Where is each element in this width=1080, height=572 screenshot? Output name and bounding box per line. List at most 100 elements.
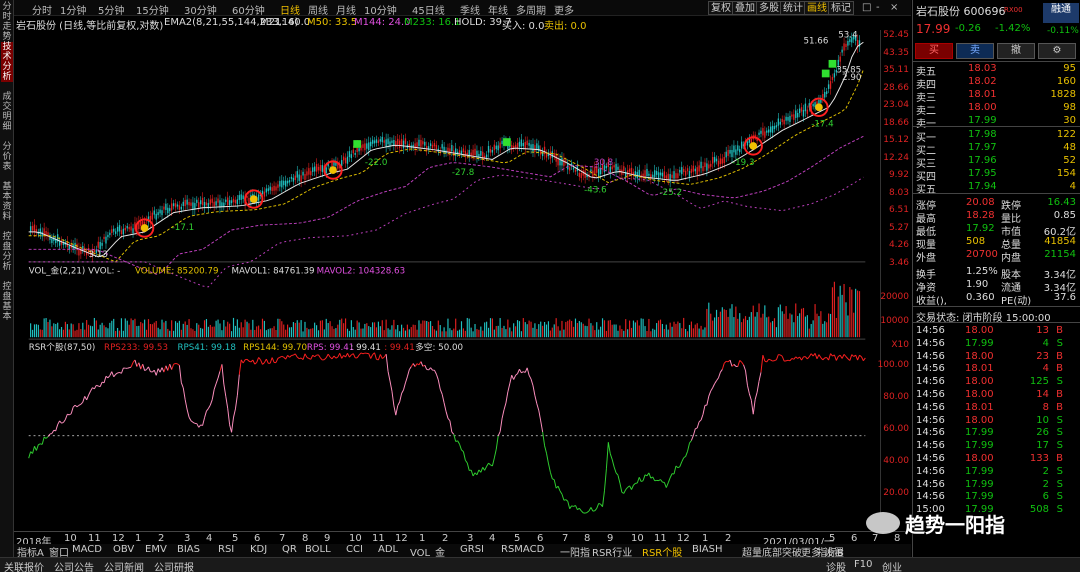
timeframe-tab-10[interactable]: 45日线 xyxy=(412,2,445,17)
rsr-line xyxy=(142,364,146,371)
rsr-line xyxy=(700,414,704,421)
rsr-line xyxy=(169,363,173,370)
indicator-tab-6[interactable]: RSI xyxy=(218,544,234,555)
status-link-0[interactable]: 关联报价 xyxy=(4,559,44,572)
timeframe-tab-9[interactable]: 10分钟 xyxy=(364,2,397,17)
timeframe-tab-8[interactable]: 月线 xyxy=(336,2,356,17)
status-right-2[interactable]: 创业 xyxy=(882,559,902,572)
rsr-line xyxy=(227,408,231,425)
volume-bar xyxy=(74,330,76,338)
indicator-tab-2[interactable]: MACD xyxy=(72,544,102,555)
volume-bar xyxy=(55,323,57,338)
rsr-line xyxy=(240,359,244,364)
rsr-line xyxy=(617,475,621,484)
ask-row[interactable]: 卖二 18.00 98 xyxy=(913,102,1080,117)
toolbar-button-2[interactable]: 多股 xyxy=(756,1,782,15)
volume-bar xyxy=(370,327,372,338)
status-link-2[interactable]: 公司新闻 xyxy=(104,559,144,572)
rongtong-button[interactable]: 融通 xyxy=(1043,3,1079,23)
timeframe-tab-3[interactable]: 15分钟 xyxy=(136,2,169,17)
rsr-line xyxy=(439,389,443,395)
window-control-2[interactable]: × xyxy=(890,2,898,13)
drawdown-label: -17.1 xyxy=(172,223,194,233)
time-tick: 11 xyxy=(654,533,667,544)
rsr-line xyxy=(851,354,855,357)
rsr-line xyxy=(47,433,51,437)
status-link-3[interactable]: 公司研报 xyxy=(154,559,194,572)
timeframe-tab-14[interactable]: 更多 xyxy=(554,2,574,17)
sidebar-item-4[interactable]: 基本资料 xyxy=(1,182,13,222)
indicator-tab-7[interactable]: KDJ xyxy=(250,544,267,555)
bid-row[interactable]: 买一 17.98 122 xyxy=(913,129,1080,144)
sidebar-item-2[interactable]: 成交明细 xyxy=(1,92,13,132)
timeframe-tab-7[interactable]: 周线 xyxy=(308,2,328,17)
bid-row[interactable]: 买三 17.96 52 xyxy=(913,155,1080,170)
rsr-line xyxy=(347,353,350,358)
sidebar-item-3[interactable]: 分价表 xyxy=(1,142,13,172)
indicator-tab-13[interactable]: GRSI xyxy=(460,544,484,555)
rsr-line xyxy=(109,371,113,376)
ask-row[interactable]: 卖四 18.02 160 xyxy=(913,76,1080,91)
sidebar-item-5[interactable]: 控盘分析 xyxy=(1,232,13,272)
timeframe-tab-11[interactable]: 季线 xyxy=(460,2,480,17)
rsr-line xyxy=(362,352,366,355)
window-control-0[interactable]: □ xyxy=(862,2,871,13)
timeframe-tab-1[interactable]: 1分钟 xyxy=(60,2,86,17)
volume-bar xyxy=(659,319,662,338)
cancel-order-button[interactable]: 撤 xyxy=(997,43,1035,59)
candle-body xyxy=(97,241,99,248)
ask-row[interactable]: 卖五 18.03 95 xyxy=(913,63,1080,78)
volume-bar xyxy=(229,323,231,338)
volume-bar xyxy=(271,328,273,338)
status-right-1[interactable]: F10 xyxy=(854,559,872,570)
timeframe-tab-2[interactable]: 5分钟 xyxy=(98,2,124,17)
rsr-value2: : 99.41 xyxy=(384,343,415,353)
candle-body xyxy=(518,141,521,147)
buy-button[interactable]: 买 xyxy=(915,43,953,59)
sidebar-item-6[interactable]: 控盘基本 xyxy=(1,282,13,322)
timeframe-tab-12[interactable]: 年线 xyxy=(488,2,508,17)
rsr-line xyxy=(729,359,733,367)
timeframe-tab-4[interactable]: 30分钟 xyxy=(184,2,217,17)
sidebar-item-0[interactable]: 分时走势 xyxy=(1,2,13,42)
rsr-line xyxy=(78,403,82,406)
rsr-line xyxy=(746,385,750,394)
bid-row[interactable]: 买五 17.94 4 xyxy=(913,181,1080,196)
indicator-tab-10[interactable]: CCI xyxy=(346,544,363,555)
timeframe-tab-0[interactable]: 分时 xyxy=(32,2,52,17)
gear-icon[interactable]: ⚙ xyxy=(1038,43,1076,59)
bid-row[interactable]: 买二 17.97 48 xyxy=(913,142,1080,157)
indicator-tab-5[interactable]: BIAS xyxy=(177,544,200,555)
status-right-0[interactable]: 诊股 xyxy=(826,559,846,572)
toolbar-button-0[interactable]: 复权 xyxy=(708,1,734,15)
indicator-tab-9[interactable]: BOLL xyxy=(305,544,331,555)
rsr-tick: 20.00 xyxy=(883,488,909,498)
sell-button[interactable]: 卖 xyxy=(956,43,994,59)
indicator-tab-3[interactable]: OBV xyxy=(113,544,134,555)
bid-row[interactable]: 买四 17.95 154 xyxy=(913,168,1080,183)
toolbar-button-5[interactable]: 标记 xyxy=(828,1,854,15)
indicator-tab-8[interactable]: QR xyxy=(282,544,297,555)
ask-row[interactable]: 卖三 18.01 1828 xyxy=(913,89,1080,104)
indicator-tab-18[interactable]: BIASH xyxy=(692,544,723,555)
rsr-line xyxy=(242,359,246,364)
volume-bar xyxy=(302,331,304,338)
high2-label: 53.4 xyxy=(838,31,858,41)
chart-canvas[interactable]: 3.13 51.66 53.4 -17.1 -22.0 -27.8 -43.6 -25.2 -1… xyxy=(14,30,880,514)
status-link-1[interactable]: 公司公告 xyxy=(54,559,94,572)
indicator-tab-11[interactable]: ADL xyxy=(378,544,398,555)
sidebar-item-1[interactable]: 技术分析 xyxy=(1,42,13,82)
timeframe-tab-13[interactable]: 多周期 xyxy=(516,2,546,17)
timeframe-tab-6[interactable]: 日线 xyxy=(280,2,300,17)
indicator-tab-14[interactable]: RSMACD xyxy=(501,544,544,555)
rsr-line xyxy=(38,443,41,446)
toolbar-button-4[interactable]: 画线 xyxy=(804,1,830,15)
timeframe-tab-5[interactable]: 60分钟 xyxy=(232,2,265,17)
candle-body xyxy=(495,145,497,150)
toolbar-button-1[interactable]: 叠加 xyxy=(732,1,758,15)
window-control-1[interactable]: - xyxy=(876,2,880,13)
toolbar-button-3[interactable]: 统计 xyxy=(780,1,806,15)
indicator-tab-4[interactable]: EMV xyxy=(145,544,167,555)
rsr-line xyxy=(341,355,345,359)
volume-bar xyxy=(781,311,783,338)
